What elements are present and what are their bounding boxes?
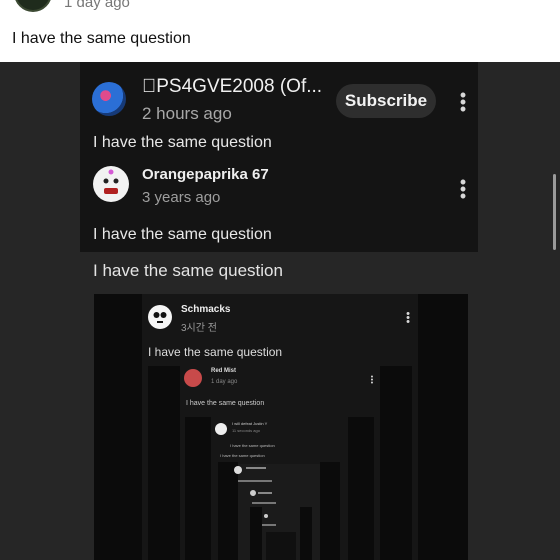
comment-author[interactable]: Schmacks — [181, 304, 230, 315]
comment-text: I have the same question — [220, 453, 265, 458]
dark-bar — [218, 462, 238, 560]
text-line — [246, 467, 266, 469]
text-line — [258, 492, 272, 494]
avatar — [234, 466, 242, 474]
comment-time: 1 day ago — [211, 379, 238, 385]
comment-text: I have the same question — [93, 226, 272, 243]
comment-text: I have the same question — [12, 30, 191, 47]
comment-time: 3시간 전 — [181, 323, 217, 334]
comment-text: I have the same question — [93, 261, 283, 280]
text-line — [252, 502, 276, 504]
avatar — [250, 490, 256, 496]
skull-icon — [153, 312, 167, 323]
avatar[interactable] — [215, 423, 227, 435]
more-options-icon[interactable]: • • • — [458, 86, 468, 118]
nested-recursion — [266, 532, 296, 560]
dark-bar — [418, 294, 468, 560]
dark-bar — [320, 462, 340, 560]
more-options-icon[interactable]: • • • — [403, 309, 413, 328]
comment-text: I have the same question — [93, 134, 272, 151]
comment-text: I have the same question — [148, 345, 283, 359]
avatar[interactable] — [148, 305, 172, 329]
text-line — [238, 480, 272, 482]
comment-author[interactable]: I will defeat Justin Y — [232, 421, 267, 426]
dark-bar — [300, 507, 312, 560]
dark-bar — [380, 366, 412, 560]
dark-bar — [348, 417, 374, 560]
more-options-icon[interactable]: • • • — [458, 173, 468, 205]
comment-time: 11 seconds ago — [232, 428, 260, 433]
avatar[interactable] — [93, 166, 129, 202]
dark-bar — [148, 366, 180, 560]
avatar[interactable] — [184, 369, 202, 387]
subscribe-button[interactable]: Subscribe — [336, 84, 436, 118]
comment-text: I have the same question — [230, 443, 275, 448]
comment-time: 2 hours ago — [142, 104, 232, 123]
more-options-icon[interactable]: • • • — [367, 374, 377, 387]
comment-time: 3 years ago — [142, 189, 221, 206]
comment-author[interactable]: PS4GVE2008 (Of... — [142, 76, 322, 98]
avatar — [264, 514, 268, 518]
dark-bar — [94, 294, 142, 560]
comment-author[interactable]: Orangepaprika 67 — [142, 166, 269, 183]
comment-text: I have the same question — [186, 400, 265, 407]
embedded-screenshot: PS4GVE2008 (Of... 2 hours ago Subscribe… — [0, 62, 560, 560]
text-line — [262, 524, 276, 526]
scrollbar[interactable] — [553, 174, 556, 250]
avatar[interactable] — [92, 82, 126, 116]
dark-bar — [250, 507, 262, 560]
face-icon — [103, 169, 119, 194]
dark-bar — [185, 417, 211, 560]
comment-author[interactable]: Red Mist — [211, 368, 236, 374]
comment-time: 1 day ago — [64, 0, 130, 11]
